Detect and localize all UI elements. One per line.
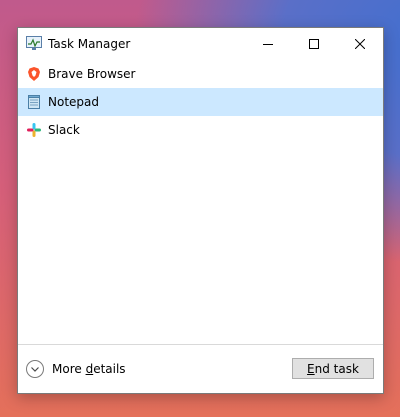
more-details-label: More details xyxy=(52,362,126,376)
window-title: Task Manager xyxy=(48,37,131,51)
notepad-icon xyxy=(28,95,40,109)
task-manager-icon xyxy=(26,36,42,50)
minimize-icon xyxy=(263,44,273,45)
title-bar[interactable]: Task Manager xyxy=(18,28,383,60)
slack-icon xyxy=(27,123,41,137)
brave-icon xyxy=(28,67,40,81)
close-button[interactable] xyxy=(337,28,383,60)
end-task-button[interactable]: End task xyxy=(292,358,374,379)
list-item-brave[interactable]: Brave Browser xyxy=(18,60,383,88)
task-manager-window: Task Manager Brave Browser Notepad Slack… xyxy=(17,27,384,394)
maximize-button[interactable] xyxy=(291,28,337,60)
app-label: Slack xyxy=(48,123,80,137)
chevron-down-icon xyxy=(31,367,39,372)
app-label: Notepad xyxy=(48,95,99,109)
close-icon xyxy=(355,39,365,49)
list-item-notepad[interactable]: Notepad xyxy=(18,88,383,116)
minimize-button[interactable] xyxy=(245,28,291,60)
list-item-slack[interactable]: Slack xyxy=(18,116,383,144)
maximize-icon xyxy=(309,39,319,49)
more-details-toggle[interactable]: More details xyxy=(26,358,126,380)
process-list: Brave Browser Notepad Slack xyxy=(18,60,383,144)
footer: More details End task xyxy=(18,344,383,393)
expand-circle xyxy=(26,360,44,378)
app-label: Brave Browser xyxy=(48,67,136,81)
